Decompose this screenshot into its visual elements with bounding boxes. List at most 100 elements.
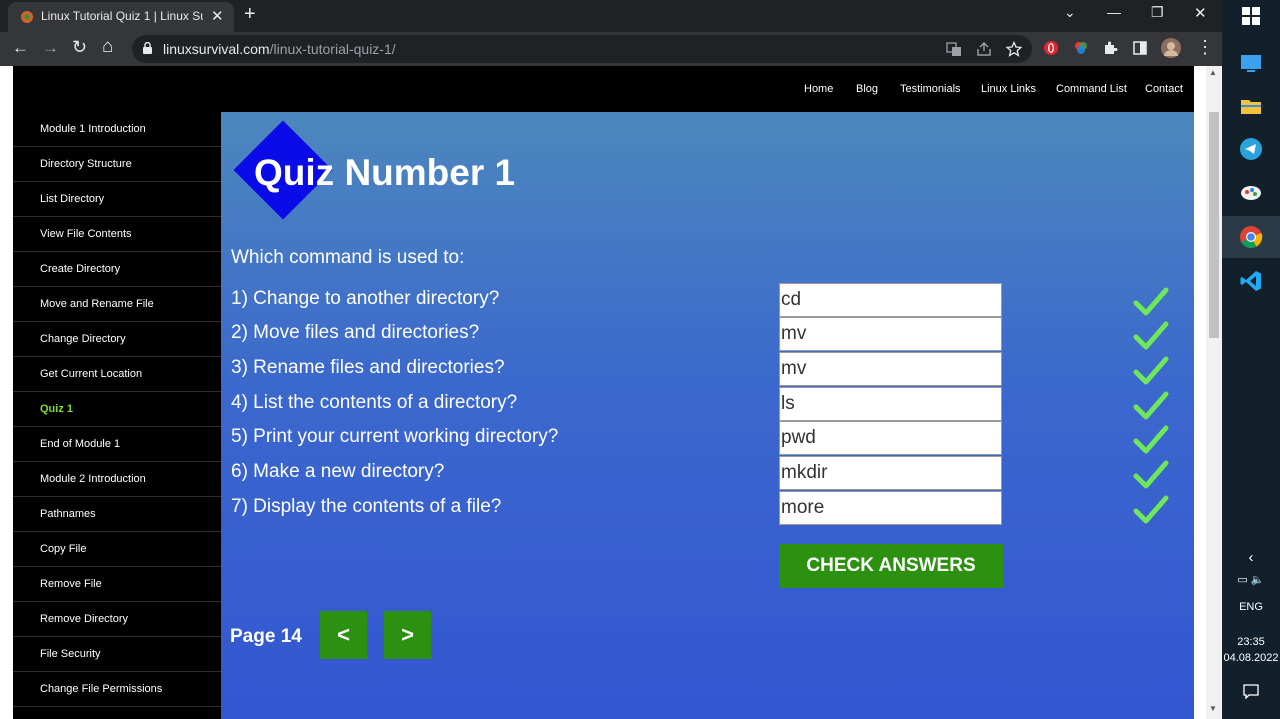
answer-field-7[interactable]: more xyxy=(779,491,1002,525)
correct-check-icon xyxy=(1133,460,1169,489)
sidebar-item-label: Remove Directory xyxy=(40,613,129,625)
chrome-icon[interactable] xyxy=(1239,225,1263,249)
answer-field-4[interactable]: ls xyxy=(779,387,1002,421)
sidebar-item-label: List Directory xyxy=(40,193,105,205)
correct-check-icon xyxy=(1133,391,1169,420)
sidebar-item-file-security[interactable]: File Security xyxy=(13,637,221,672)
share-icon[interactable] xyxy=(976,41,992,57)
sidebar-item-change-directory[interactable]: Change Directory xyxy=(13,322,221,357)
check-answers-button[interactable]: CHECK ANSWERS xyxy=(779,544,1003,588)
windows-taskbar: ‹ ▭ 🔈 ENG 23:35 04.08.2022 xyxy=(1222,0,1280,719)
correct-check-icon xyxy=(1133,321,1169,350)
sidebar-item-copy-file[interactable]: Copy File xyxy=(13,532,221,567)
scroll-down-arrow-icon[interactable]: ▼ xyxy=(1209,704,1217,713)
question-2: 2) Move files and directories? xyxy=(231,322,480,343)
notification-center-icon[interactable] xyxy=(1243,683,1259,699)
sidebar-item-label: Get Current Location xyxy=(40,368,143,380)
nav-blog[interactable]: Blog xyxy=(856,83,878,95)
address-bar[interactable]: linuxsurvival.com/linux-tutorial-quiz-1/ xyxy=(132,35,1032,63)
vscode-icon[interactable] xyxy=(1239,269,1263,293)
home-button[interactable]: ⌂ xyxy=(102,36,113,58)
browser-toolbar: ← → ↻ ⌂ linuxsurvival.com/linux-tutorial… xyxy=(0,32,1222,66)
reload-button[interactable]: ↻ xyxy=(72,37,87,58)
sidebar-item-end-of-module-1[interactable]: End of Module 1 xyxy=(13,427,221,462)
nav-home[interactable]: Home xyxy=(804,83,833,95)
show-hidden-icons-chevron-icon[interactable]: ‹ xyxy=(1222,549,1280,566)
tab-close-icon[interactable]: ✕ xyxy=(211,7,224,25)
language-indicator[interactable]: ENG xyxy=(1222,601,1280,613)
sidebar-item-label: Remove File xyxy=(40,578,102,590)
scroll-up-arrow-icon[interactable]: ▲ xyxy=(1209,68,1217,77)
nav-testimonials[interactable]: Testimonials xyxy=(900,83,961,95)
answer-field-5[interactable]: pwd xyxy=(779,421,1002,455)
close-window-button[interactable]: ✕ xyxy=(1194,4,1207,22)
lock-icon xyxy=(143,42,152,54)
sidebar-item-module-2-introduction[interactable]: Module 2 Introduction xyxy=(13,462,221,497)
browser-tab[interactable]: Linux Tutorial Quiz 1 | Linux Surv ✕ xyxy=(8,2,234,32)
restore-button[interactable]: ❐ xyxy=(1151,4,1164,21)
tab-strip: Linux Tutorial Quiz 1 | Linux Surv ✕ + ⌄… xyxy=(0,0,1222,32)
tab-search-chevron-icon[interactable]: ⌄ xyxy=(1064,4,1076,21)
answer-field-6[interactable]: mkdir xyxy=(779,456,1002,490)
nav-linux-links[interactable]: Linux Links xyxy=(981,83,1036,95)
profile-avatar[interactable] xyxy=(1161,38,1181,58)
color-picker-extension-icon[interactable] xyxy=(1073,40,1089,56)
sidebar-item-list-directory[interactable]: List Directory xyxy=(13,182,221,217)
telegram-icon[interactable] xyxy=(1239,137,1263,161)
sidebar-item-directory-structure[interactable]: Directory Structure xyxy=(13,147,221,182)
previous-page-button[interactable]: < xyxy=(320,611,367,659)
sidebar-item-get-current-location[interactable]: Get Current Location xyxy=(13,357,221,392)
sidebar-item-view-file-contents[interactable]: View File Contents xyxy=(13,217,221,252)
translate-icon[interactable] xyxy=(946,41,962,57)
nav-contact[interactable]: Contact xyxy=(1145,83,1183,95)
sidebar-item-quiz-1[interactable]: Quiz 1 xyxy=(13,392,221,427)
question-3: 3) Rename files and directories? xyxy=(231,357,505,378)
page-scrollbar-thumb[interactable] xyxy=(1209,112,1219,338)
file-explorer-icon[interactable] xyxy=(1239,94,1263,118)
sidebar-item-change-file-permissions[interactable]: Change File Permissions xyxy=(13,672,221,707)
sidebar-item-move-and-rename-file[interactable]: Move and Rename File xyxy=(13,287,221,322)
sidebar-item-label: Module 1 Introduction xyxy=(40,123,146,135)
bookmark-star-icon[interactable] xyxy=(1006,41,1022,57)
sidebar-item-label: Directory Structure xyxy=(40,158,132,170)
correct-check-icon xyxy=(1133,495,1169,524)
sidebar-item-remove-directory[interactable]: Remove Directory xyxy=(13,602,221,637)
sidebar-item-label: File Security xyxy=(40,648,101,660)
answer-field-3[interactable]: mv xyxy=(779,352,1002,386)
sidebar-item-label: View File Contents xyxy=(40,228,132,240)
windows-start-icon[interactable] xyxy=(1242,7,1260,25)
sidebar-item-module-1-introduction[interactable]: Module 1 Introduction xyxy=(13,112,221,147)
sidebar-item-remove-file[interactable]: Remove File xyxy=(13,567,221,602)
back-button[interactable]: ← xyxy=(12,38,29,58)
sidebar-item-label: Change Directory xyxy=(40,333,126,345)
page-title: Quiz Number 1 xyxy=(254,152,516,193)
nav-command-list[interactable]: Command List xyxy=(1056,83,1127,95)
next-page-button[interactable]: > xyxy=(384,611,431,659)
page-number-label: Page 14 xyxy=(230,626,302,647)
url-path: /linux-tutorial-quiz-1/ xyxy=(269,41,396,57)
side-panel-icon[interactable] xyxy=(1132,40,1148,56)
site-favicon-icon xyxy=(21,11,33,23)
sidebar-item-pathnames[interactable]: Pathnames xyxy=(13,497,221,532)
answer-field-2[interactable]: mv xyxy=(779,317,1002,351)
clock-date[interactable]: 04.08.2022 xyxy=(1222,652,1280,664)
desktop-app-icon[interactable] xyxy=(1239,51,1263,75)
minimize-button[interactable]: — xyxy=(1107,4,1121,20)
opera-extension-icon[interactable] xyxy=(1043,40,1059,56)
quiz-panel: Quiz Number 1 Which command is used to: … xyxy=(221,112,1194,719)
sidebar-item-create-directory[interactable]: Create Directory xyxy=(13,252,221,287)
browser-menu-button[interactable]: ⋮ xyxy=(1196,37,1214,58)
new-tab-button[interactable]: + xyxy=(244,3,256,26)
battery-volume-icon[interactable]: ▭ 🔈 xyxy=(1222,573,1280,586)
forward-button[interactable]: → xyxy=(42,38,59,58)
paint-app-icon[interactable] xyxy=(1239,180,1263,204)
tab-title: Linux Tutorial Quiz 1 | Linux Surv xyxy=(41,9,203,23)
correct-check-icon xyxy=(1133,287,1169,316)
site-header: Home Blog Testimonials Linux Links Comma… xyxy=(13,66,1194,112)
answer-field-1[interactable]: cd xyxy=(779,283,1002,317)
sidebar-item-label: Module 2 Introduction xyxy=(40,473,146,485)
clock-time[interactable]: 23:35 xyxy=(1222,636,1280,648)
extensions-puzzle-icon[interactable] xyxy=(1102,40,1118,56)
sidebar-item-label: Change File Permissions xyxy=(40,683,163,695)
sidebar-item-label: Copy File xyxy=(40,543,87,555)
